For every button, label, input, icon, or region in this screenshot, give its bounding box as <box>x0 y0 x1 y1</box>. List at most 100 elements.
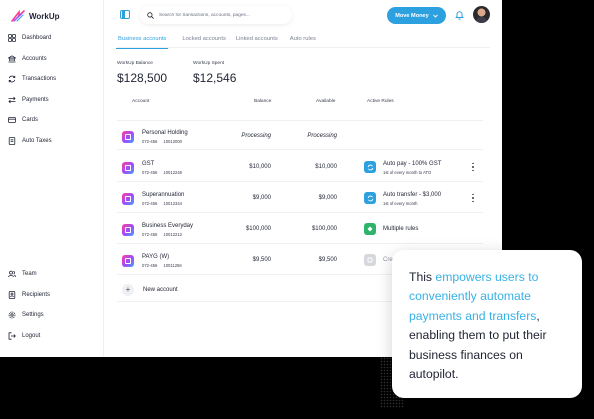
logout-icon <box>8 332 16 340</box>
table-row[interactable]: GST 072-456 10012246 $10,000 $10,000 Auto… <box>117 152 483 182</box>
bell-icon[interactable] <box>455 10 464 20</box>
account-name: GST <box>142 161 155 167</box>
recipients-icon <box>8 290 16 299</box>
tab-auto-rules[interactable]: Auto rules <box>290 34 316 48</box>
account-number: 072-456 10012344 <box>142 201 182 206</box>
search-bar[interactable] <box>140 6 292 24</box>
workup-logo-icon <box>11 10 25 22</box>
sidebar-nav: Dashboard Accounts Transactions Payments… <box>8 28 56 151</box>
tab-business-accounts[interactable]: Business accounts <box>115 34 169 49</box>
account-available: Processing <box>307 133 337 139</box>
refresh-icon <box>8 75 16 83</box>
sidebar-item-accounts[interactable]: Accounts <box>8 49 56 70</box>
account-name: PAYG (W) <box>142 254 170 260</box>
account-icon <box>122 224 134 236</box>
account-icon <box>122 255 134 267</box>
sidebar-item-team[interactable]: Team <box>8 264 50 285</box>
account-bsb: 072-456 <box>142 139 158 144</box>
account-no: 10012246 <box>163 170 183 175</box>
multiple-rules-icon <box>364 223 376 235</box>
workup-spent-value: $12,546 <box>193 71 237 85</box>
move-money-button[interactable]: Move Money <box>387 7 446 24</box>
callout-text: This empowers users to conveniently auto… <box>409 268 568 384</box>
sidebar-bottom-nav: Team Recipients Settings Logout <box>8 264 50 346</box>
table-row[interactable]: Personal Holding 072-456 10012000 Process… <box>117 120 483 150</box>
move-money-label: Move Money <box>395 12 429 19</box>
sidebar-item-label: Recipients <box>22 291 51 298</box>
more-options-icon[interactable] <box>471 193 475 203</box>
sidebar-item-dashboard[interactable]: Dashboard <box>8 28 56 49</box>
account-name: Superannuation <box>142 192 185 198</box>
account-number: 072-456 10012212 <box>142 232 182 237</box>
account-icon <box>122 193 134 205</box>
account-no: 10012000 <box>163 139 183 144</box>
document-icon <box>8 136 16 145</box>
gear-icon <box>8 311 16 319</box>
account-available: $9,000 <box>318 195 337 201</box>
rule-title[interactable]: Auto pay - 100% GST <box>383 161 441 167</box>
sidebar-item-settings[interactable]: Settings <box>8 305 50 326</box>
workup-balance-value: $128,500 <box>117 71 168 85</box>
tab-locked-accounts[interactable]: Locked accounts <box>182 34 226 48</box>
header-available: Available <box>316 99 336 104</box>
account-balance: $9,000 <box>252 195 271 201</box>
topbar: Move Money <box>104 0 502 32</box>
table-row[interactable]: Business Everyday 072-456 10012212 $100,0… <box>117 214 483 244</box>
account-balance: $9,500 <box>252 257 271 263</box>
sidebar-item-label: Settings <box>22 312 44 319</box>
rule-subtitle: 1st of every month to ATO <box>383 170 432 175</box>
sidebar-item-label: Logout <box>22 332 41 339</box>
workup-spent: WorkUp Spent $12,546 <box>193 61 236 85</box>
header-account: Account <box>132 99 150 104</box>
more-options-icon[interactable] <box>471 162 475 172</box>
team-icon <box>8 270 16 278</box>
account-no: 10012344 <box>163 201 183 206</box>
sidebar-toggle-icon[interactable] <box>120 10 130 19</box>
account-bsb: 072-456 <box>142 263 158 268</box>
create-rule-icon <box>364 254 376 266</box>
bank-icon <box>8 55 16 63</box>
account-bsb: 072-456 <box>142 201 158 206</box>
sidebar-item-label: Team <box>22 271 37 278</box>
rule-title[interactable]: Auto transfer - $3,000 <box>383 192 441 198</box>
header-active-rules: Active Rules <box>367 99 394 104</box>
rule-title[interactable]: Multiple rules <box>383 226 418 232</box>
workup-balance-label: WorkUp Balance <box>117 61 153 66</box>
search-icon <box>147 11 154 19</box>
sidebar: WorkUp Dashboard Accounts Transactions P… <box>0 0 104 357</box>
account-name: Business Everyday <box>142 223 194 229</box>
grid-icon <box>8 34 16 43</box>
header-balance: Balance <box>254 99 272 104</box>
sidebar-item-recipients[interactable]: Recipients <box>8 285 50 306</box>
user-avatar[interactable] <box>473 6 490 23</box>
account-balance: $10,000 <box>249 164 271 170</box>
sidebar-item-transactions[interactable]: Transactions <box>8 69 56 90</box>
sidebar-item-auto-taxes[interactable]: Auto Taxes <box>8 131 56 152</box>
sidebar-item-cards[interactable]: Cards <box>8 110 56 131</box>
account-no: 10011256 <box>163 263 182 268</box>
account-number: 072-456 10011256 <box>142 263 182 268</box>
table-header: Account Balance Available Active Rules <box>0 99 502 107</box>
sidebar-item-label: Transactions <box>22 76 57 83</box>
auto-transfer-rule-icon <box>364 192 376 204</box>
workup-balance: WorkUp Balance $128,500 <box>117 61 167 85</box>
account-number: 072-456 10012246 <box>142 170 182 175</box>
account-icon <box>122 162 134 174</box>
sidebar-item-logout[interactable]: Logout <box>8 326 50 347</box>
sidebar-item-label: Auto Taxes <box>22 137 52 144</box>
table-row[interactable]: Superannuation 072-456 10012344 $9,000 $9… <box>117 183 483 213</box>
feature-callout: This empowers users to conveniently auto… <box>392 250 582 398</box>
logo[interactable]: WorkUp <box>11 10 60 22</box>
sidebar-item-label: Accounts <box>22 55 47 62</box>
workup-spent-label: WorkUp Spent <box>193 61 225 66</box>
tab-linked-accounts[interactable]: Linked accounts <box>236 34 278 48</box>
account-available: $9,500 <box>318 257 337 263</box>
account-balance: Processing <box>241 133 271 139</box>
sidebar-item-label: Cards <box>22 117 39 124</box>
account-bsb: 072-456 <box>142 170 158 175</box>
search-input[interactable] <box>159 12 279 18</box>
account-number: 072-456 10012000 <box>142 139 182 144</box>
auto-pay-rule-icon <box>364 161 376 173</box>
account-name: Personal Holding <box>142 130 188 136</box>
account-no: 10012212 <box>163 232 183 237</box>
